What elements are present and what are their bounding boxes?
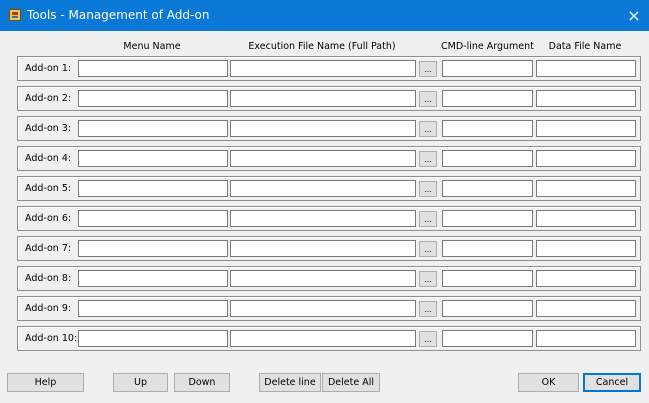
title-bar[interactable]: Tools - Management of Add-on × <box>0 0 649 31</box>
addon-row: Add-on 3:... <box>17 116 641 141</box>
execution-file-field[interactable] <box>230 240 416 257</box>
help-button[interactable]: Help <box>7 373 84 392</box>
data-file-field[interactable] <box>536 300 636 317</box>
cmd-argument-field[interactable] <box>442 210 533 227</box>
addon-row-label: Add-on 1: <box>25 63 72 74</box>
addon-row-label: Add-on 3: <box>25 123 72 134</box>
addon-row-label: Add-on 5: <box>25 183 72 194</box>
cmd-argument-field[interactable] <box>442 150 533 167</box>
addon-row: Add-on 2:... <box>17 86 641 111</box>
ok-button[interactable]: OK <box>518 373 579 392</box>
browse-button[interactable]: ... <box>419 181 437 197</box>
cancel-button[interactable]: Cancel <box>583 373 641 392</box>
app-icon <box>9 9 21 21</box>
addon-row-label: Add-on 6: <box>25 213 72 224</box>
cmd-argument-field[interactable] <box>442 270 533 287</box>
column-header-execution-file: Execution File Name (Full Path) <box>248 41 396 52</box>
data-file-field[interactable] <box>536 180 636 197</box>
menu-name-field[interactable] <box>78 330 228 347</box>
execution-file-field[interactable] <box>230 150 416 167</box>
menu-name-field[interactable] <box>78 270 228 287</box>
execution-file-field[interactable] <box>230 180 416 197</box>
execution-file-field[interactable] <box>230 90 416 107</box>
addon-row: Add-on 1:... <box>17 56 641 81</box>
data-file-field[interactable] <box>536 270 636 287</box>
menu-name-field[interactable] <box>78 210 228 227</box>
menu-name-field[interactable] <box>78 300 228 317</box>
down-button[interactable]: Down <box>174 373 230 392</box>
cmd-argument-field[interactable] <box>442 300 533 317</box>
addon-row: Add-on 8:... <box>17 266 641 291</box>
cmd-argument-field[interactable] <box>442 180 533 197</box>
column-header-cmd-argument: CMD-line Argument <box>441 41 534 52</box>
addon-row-label: Add-on 2: <box>25 93 72 104</box>
addon-row-label: Add-on 9: <box>25 303 72 314</box>
browse-button[interactable]: ... <box>419 301 437 317</box>
column-header-menu-name: Menu Name <box>123 41 181 52</box>
browse-button[interactable]: ... <box>419 121 437 137</box>
cmd-argument-field[interactable] <box>442 330 533 347</box>
close-icon[interactable]: × <box>619 0 649 31</box>
data-file-field[interactable] <box>536 120 636 137</box>
addon-row-label: Add-on 7: <box>25 243 72 254</box>
browse-button[interactable]: ... <box>419 241 437 257</box>
cmd-argument-field[interactable] <box>442 90 533 107</box>
addon-row-label: Add-on 10: <box>25 333 78 344</box>
data-file-field[interactable] <box>536 330 636 347</box>
addon-row-label: Add-on 8: <box>25 273 72 284</box>
delete-all-button[interactable]: Delete All <box>322 373 380 392</box>
window-title: Tools - Management of Add-on <box>27 8 210 22</box>
menu-name-field[interactable] <box>78 240 228 257</box>
addon-row: Add-on 4:... <box>17 146 641 171</box>
execution-file-field[interactable] <box>230 120 416 137</box>
execution-file-field[interactable] <box>230 300 416 317</box>
browse-button[interactable]: ... <box>419 91 437 107</box>
addon-row: Add-on 5:... <box>17 176 641 201</box>
menu-name-field[interactable] <box>78 180 228 197</box>
addon-row: Add-on 6:... <box>17 206 641 231</box>
column-header-data-file: Data File Name <box>548 41 622 52</box>
data-file-field[interactable] <box>536 150 636 167</box>
addon-row-label: Add-on 4: <box>25 153 72 164</box>
browse-button[interactable]: ... <box>419 151 437 167</box>
browse-button[interactable]: ... <box>419 331 437 347</box>
data-file-field[interactable] <box>536 210 636 227</box>
addon-row: Add-on 10:... <box>17 326 641 351</box>
cmd-argument-field[interactable] <box>442 60 533 77</box>
execution-file-field[interactable] <box>230 60 416 77</box>
menu-name-field[interactable] <box>78 90 228 107</box>
data-file-field[interactable] <box>536 240 636 257</box>
browse-button[interactable]: ... <box>419 271 437 287</box>
up-button[interactable]: Up <box>113 373 168 392</box>
addon-row: Add-on 7:... <box>17 236 641 261</box>
execution-file-field[interactable] <box>230 210 416 227</box>
browse-button[interactable]: ... <box>419 61 437 77</box>
browse-button[interactable]: ... <box>419 211 437 227</box>
menu-name-field[interactable] <box>78 120 228 137</box>
data-file-field[interactable] <box>536 90 636 107</box>
delete-line-button[interactable]: Delete line <box>259 373 321 392</box>
execution-file-field[interactable] <box>230 270 416 287</box>
cmd-argument-field[interactable] <box>442 240 533 257</box>
data-file-field[interactable] <box>536 60 636 77</box>
cmd-argument-field[interactable] <box>442 120 533 137</box>
menu-name-field[interactable] <box>78 150 228 167</box>
addon-row: Add-on 9:... <box>17 296 641 321</box>
execution-file-field[interactable] <box>230 330 416 347</box>
menu-name-field[interactable] <box>78 60 228 77</box>
